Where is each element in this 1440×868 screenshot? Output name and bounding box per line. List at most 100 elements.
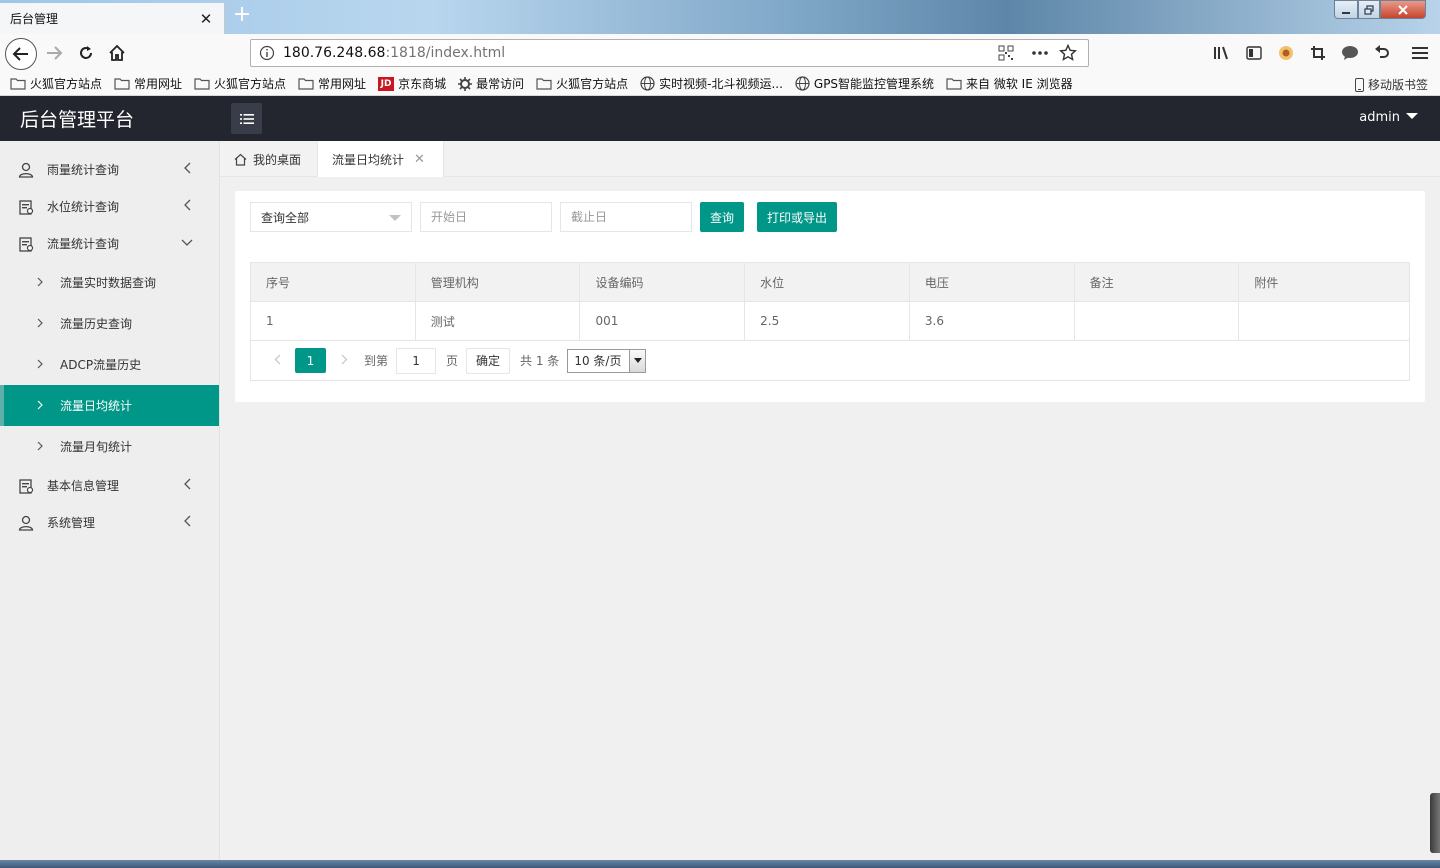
bookmark-star-button[interactable] <box>1056 41 1080 65</box>
bookmark-item[interactable]: GPS智能监控管理系统 <box>795 75 934 92</box>
forward-button[interactable] <box>42 41 66 65</box>
gear-icon <box>458 76 473 91</box>
window-restore-button[interactable] <box>1358 0 1380 19</box>
goto-page-input[interactable] <box>396 347 437 374</box>
column-header: 管理机构 <box>416 263 581 301</box>
new-tab-button[interactable]: + <box>230 4 254 28</box>
chevron-right-icon <box>37 317 47 331</box>
calendar-icon <box>18 199 34 215</box>
query-button[interactable]: 查询 <box>700 202 744 232</box>
window-minimize-button[interactable] <box>1334 0 1358 19</box>
bookmark-label: 火狐官方站点 <box>214 77 287 91</box>
menu-toggle-button[interactable] <box>231 103 262 134</box>
url-host: 180.76.248.68 <box>283 45 386 61</box>
bookmark-item[interactable]: 实时视频-北斗视频运... <box>640 75 783 92</box>
calendar-icon <box>18 236 34 252</box>
back-button[interactable] <box>5 38 37 70</box>
total-count: 共 1 条 <box>520 354 560 368</box>
bookmark-item[interactable]: 最常访问 <box>458 75 524 92</box>
reload-icon <box>80 46 92 59</box>
bookmark-item[interactable]: 来自 微软 IE 浏览器 <box>946 75 1073 92</box>
sidebar-item-flow[interactable]: 流量统计查询 <box>0 225 219 262</box>
extension-button[interactable] <box>1274 41 1298 65</box>
qr-code-button[interactable] <box>994 41 1018 65</box>
user-menu[interactable]: admin <box>1359 110 1418 125</box>
tab-flow-daily[interactable]: 流量日均统计 ✕ <box>317 141 444 177</box>
page-scrollbar[interactable] <box>1430 793 1440 853</box>
chevron-down-icon <box>181 239 193 246</box>
sidebar-item-system[interactable]: 系统管理 <box>0 504 219 541</box>
hamburger-menu-button[interactable] <box>1408 41 1432 65</box>
user-icon <box>18 162 34 178</box>
sidebar-subitem-label: ADCP流量历史 <box>60 358 142 372</box>
goto-label: 到第 <box>364 354 389 368</box>
undo-icon <box>1375 45 1389 58</box>
start-date-input[interactable] <box>420 202 552 232</box>
current-page-button[interactable]: 1 <box>295 348 326 373</box>
info-icon <box>259 45 275 61</box>
tab-close-icon[interactable]: ✕ <box>414 152 425 167</box>
url-text[interactable]: 180.76.248.68:1818/index.html <box>283 45 994 61</box>
bookmark-item[interactable]: 常用网址 <box>298 75 366 92</box>
home-icon <box>234 153 247 166</box>
table-cell <box>1239 302 1409 340</box>
table-cell: 2.5 <box>745 302 910 340</box>
folder-icon <box>194 78 210 90</box>
table-cell: 001 <box>580 302 746 340</box>
sidebar-subitem-flow-daily[interactable]: 流量日均统计 <box>0 385 219 426</box>
browser-tab[interactable]: 后台管理 ✕ <box>0 3 225 34</box>
sidebar-item-label: 雨量统计查询 <box>47 163 120 177</box>
crop-icon <box>1311 46 1325 60</box>
page-actions-button[interactable] <box>1028 41 1052 65</box>
bookmark-item[interactable]: 火狐官方站点 <box>10 75 102 92</box>
sidebar-subitem-flow-history[interactable]: 流量历史查询 <box>0 303 219 344</box>
bookmark-item[interactable]: 火狐官方站点 <box>536 75 628 92</box>
table-cell: 3.6 <box>910 302 1075 340</box>
app-title: 后台管理平台 <box>20 109 135 131</box>
sidebar-item-rainfall[interactable]: 雨量统计查询 <box>0 151 219 188</box>
goto-confirm-button[interactable]: 确定 <box>466 347 511 374</box>
sidebar-item-basic-info[interactable]: 基本信息管理 <box>0 467 219 504</box>
table-cell <box>1075 302 1240 340</box>
sidebar-item-water-level[interactable]: 水位统计查询 <box>0 188 219 225</box>
column-header: 设备编码 <box>580 263 746 301</box>
bookmark-item[interactable]: JD 京东商城 <box>378 75 446 92</box>
undo-button[interactable] <box>1370 41 1394 65</box>
bookmark-label: 火狐官方站点 <box>556 77 629 91</box>
table-row[interactable]: 1 测试 001 2.5 3.6 <box>251 302 1409 341</box>
sidebar-subitem-adcp-history[interactable]: ADCP流量历史 <box>0 344 219 385</box>
library-button[interactable] <box>1210 41 1234 65</box>
next-page-button[interactable] <box>332 354 356 368</box>
bookmark-label: GPS智能监控管理系统 <box>813 77 935 91</box>
end-date-input[interactable] <box>560 202 692 232</box>
sidebar-subitem-flow-realtime[interactable]: 流量实时数据查询 <box>0 262 219 303</box>
mobile-bookmarks[interactable]: 移动版书签 <box>1354 76 1428 93</box>
address-bar[interactable]: 180.76.248.68:1818/index.html <box>250 39 1089 67</box>
browser-tab-close-icon[interactable]: ✕ <box>198 10 214 28</box>
sidebar-subitem-flow-monthly[interactable]: 流量月旬统计 <box>0 426 219 467</box>
chat-button[interactable] <box>1338 41 1362 65</box>
column-header: 备注 <box>1075 263 1240 301</box>
screenshot-button[interactable] <box>1306 41 1330 65</box>
query-type-select[interactable]: 查询全部 <box>250 202 412 232</box>
reload-button[interactable] <box>74 41 98 65</box>
page-size-select[interactable]: 10 条/页 <box>567 348 647 373</box>
chat-icon <box>1342 46 1358 60</box>
pagination: 1 到第 页 确定 共 1 条 10 条/页 <box>251 341 1409 380</box>
column-header: 附件 <box>1254 275 1279 290</box>
browser-tab-title: 后台管理 <box>10 12 59 26</box>
sidebar-toggle-button[interactable] <box>1242 41 1266 65</box>
bookmark-item[interactable]: 火狐官方站点 <box>194 75 286 92</box>
chevron-left-icon <box>184 515 191 527</box>
globe-icon <box>640 76 655 91</box>
username: admin <box>1359 110 1400 125</box>
table-cell: 测试 <box>416 302 581 340</box>
bookmark-item[interactable]: 常用网址 <box>114 75 182 92</box>
globe-icon <box>795 76 810 91</box>
prev-page-button[interactable] <box>265 354 289 368</box>
print-export-button[interactable]: 打印或导出 <box>757 202 837 232</box>
window-close-button[interactable] <box>1380 0 1426 19</box>
tab-desktop[interactable]: 我的桌面 <box>220 141 317 177</box>
home-button[interactable] <box>105 41 129 65</box>
chevron-right-icon <box>37 358 47 372</box>
